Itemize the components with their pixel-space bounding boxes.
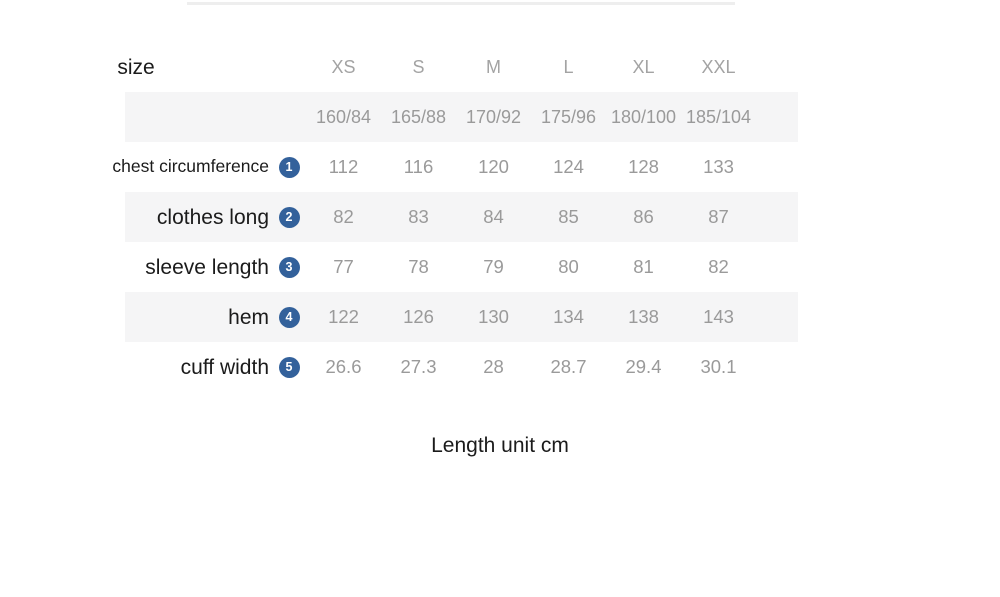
- length-unit-note: Length unit cm: [431, 434, 569, 457]
- cell-spec-xl: 180/100: [610, 107, 677, 127]
- top-divider-rule: [187, 2, 735, 5]
- cell-cuff-width-xs: 26.6: [325, 355, 362, 377]
- table-row-chest-circumference: chest circumference 1 112 116 120 124 12…: [0, 142, 1000, 192]
- badge-number-1: 1: [278, 156, 300, 178]
- table-row-size-spec: 160/84 165/88 170/92 175/96 180/100 185/…: [0, 92, 1000, 142]
- row-badge-clothes-long: 2: [272, 206, 306, 228]
- cell-cuff-width-xxl: 30.1: [700, 355, 737, 377]
- cell-hem-m: 130: [478, 305, 509, 327]
- table-row-sleeve-length: sleeve length 3 77 78 79 80 81 82: [0, 242, 1000, 292]
- size-chart-table: size XS S M L XL XXL 160/84 165/88 170/9…: [0, 42, 1000, 392]
- cell-hem-xl: 138: [628, 305, 659, 327]
- cell-spec-xs: 160/84: [315, 107, 372, 127]
- cell-chest-xxl: 133: [703, 155, 734, 177]
- cell-chest-m: 120: [478, 155, 509, 177]
- row-badge-size-spec: [272, 107, 306, 128]
- cell-spec-s: 165/88: [390, 107, 447, 127]
- cell-cuff-width-m: 28: [483, 355, 504, 377]
- row-badge-sleeve-length: 3: [272, 256, 306, 278]
- cell-sleeve-length-l: 80: [558, 255, 579, 277]
- cell-clothes-long-xl: 86: [633, 205, 654, 227]
- cell-sleeve-length-xxl: 82: [708, 255, 729, 277]
- cell-sleeve-length-s: 78: [408, 255, 429, 277]
- cell-cuff-width-xl: 29.4: [625, 355, 662, 377]
- row-label-size-spec: [0, 107, 272, 128]
- column-header-s: S: [412, 57, 425, 77]
- cell-clothes-long-l: 85: [558, 205, 579, 227]
- row-badge-chest-circumference: 1: [272, 156, 306, 178]
- cell-spec-l: 175/96: [540, 107, 597, 127]
- cell-hem-xs: 122: [328, 305, 359, 327]
- table-row-hem: hem 4 122 126 130 134 138 143: [0, 292, 1000, 342]
- table-row-cuff-width: cuff width 5 26.6 27.3 28 28.7 29.4 30.1: [0, 342, 1000, 392]
- row-badge-hem: 4: [272, 306, 306, 328]
- cell-chest-xs: 112: [328, 155, 359, 177]
- row-label-cuff-width: cuff width: [179, 353, 270, 381]
- badge-number-5: 5: [278, 356, 300, 378]
- cell-spec-m: 170/92: [465, 107, 522, 127]
- row-label-sleeve-length: sleeve length: [144, 253, 270, 281]
- column-header-l: L: [563, 57, 574, 77]
- cell-cuff-width-l: 28.7: [550, 355, 587, 377]
- row-label-hem: hem: [228, 305, 269, 329]
- cell-sleeve-length-m: 79: [483, 255, 504, 277]
- cell-chest-l: 124: [553, 155, 584, 177]
- row-badge-cuff-width: 5: [272, 356, 306, 378]
- cell-clothes-long-xs: 82: [333, 205, 354, 227]
- cell-clothes-long-m: 84: [483, 205, 504, 227]
- cell-hem-s: 126: [403, 305, 434, 327]
- header-badge-spacer: [272, 57, 306, 78]
- cell-clothes-long-xxl: 87: [708, 205, 729, 227]
- row-label-chest-circumference: chest circumference: [111, 154, 270, 179]
- cell-sleeve-length-xl: 81: [633, 255, 654, 277]
- cell-spec-xxl: 185/104: [685, 107, 752, 127]
- table-row-clothes-long: clothes long 2 82 83 84 85 86 87: [0, 192, 1000, 242]
- cell-chest-xl: 128: [628, 155, 659, 177]
- column-header-m: M: [486, 57, 501, 77]
- cell-hem-xxl: 143: [703, 305, 734, 327]
- column-header-xl: XL: [632, 57, 655, 77]
- cell-hem-l: 134: [553, 305, 584, 327]
- row-label-clothes-long: clothes long: [156, 205, 269, 229]
- header-size-label: size: [116, 53, 156, 81]
- cell-sleeve-length-xs: 77: [333, 255, 354, 277]
- table-header-row: size XS S M L XL XXL: [0, 42, 1000, 92]
- column-header-xxl: XXL: [701, 57, 736, 77]
- badge-number-3: 3: [278, 256, 300, 278]
- badge-number-4: 4: [278, 306, 300, 328]
- badge-number-2: 2: [278, 206, 300, 228]
- column-header-xs: XS: [331, 57, 356, 77]
- cell-clothes-long-s: 83: [408, 205, 429, 227]
- cell-cuff-width-s: 27.3: [400, 355, 437, 377]
- cell-chest-s: 116: [403, 155, 434, 177]
